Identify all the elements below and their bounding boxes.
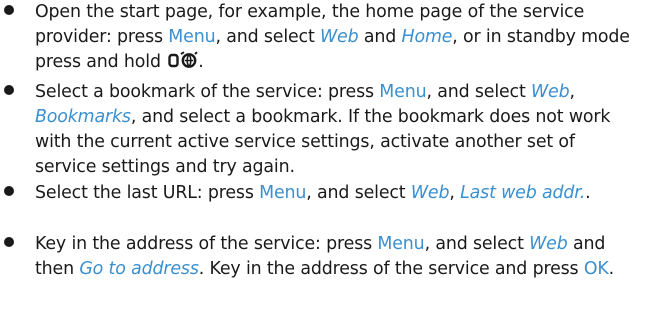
ui-menu-path: Web	[531, 82, 570, 102]
ui-menu-path: Web	[410, 183, 450, 203]
bullet-icon	[4, 237, 14, 247]
ui-menu-path: Last web addr.	[460, 183, 586, 203]
body-text: , and select	[424, 234, 530, 254]
body-text: and	[567, 234, 606, 254]
text-line: Select a bookmark of the service: press …	[35, 80, 669, 105]
body-text: . Key in the address of the service and …	[198, 259, 584, 279]
body-text: Select a bookmark of the service: press	[35, 82, 380, 102]
bullet-icon	[4, 5, 14, 15]
ui-menu-path: Go to address	[79, 259, 199, 279]
text-line: with the current active service settings…	[35, 130, 669, 155]
ui-menu-path: Web	[529, 234, 568, 254]
ui-menu-path: Web	[320, 27, 359, 47]
ui-keyword: Menu	[168, 27, 216, 47]
text-line: provider: press Menu, and select Web and…	[35, 25, 669, 50]
body-text: provider: press	[35, 27, 169, 47]
text-line: Select the last URL: press Menu, and sel…	[35, 181, 669, 206]
body-text: , and select	[306, 183, 411, 203]
ui-keyword: Menu	[259, 183, 307, 203]
body-text: press and hold	[35, 52, 167, 72]
body-text: Key in the address of the service: press	[35, 234, 378, 254]
list-item-text: Select the last URL: press Menu, and sel…	[35, 181, 669, 206]
ui-keyword: OK	[583, 259, 609, 279]
list-item-text: Open the start page, for example, the ho…	[35, 0, 669, 75]
body-text: Select the last URL: press	[35, 183, 260, 203]
body-text: .	[608, 259, 615, 279]
zero-web-key-icon	[168, 51, 198, 68]
text-line: service settings and try again.	[35, 155, 669, 180]
body-text: Open the start page, for example, the ho…	[35, 2, 585, 22]
body-text: .	[585, 183, 591, 203]
ui-keyword: Menu	[379, 82, 427, 102]
text-line: press and hold .	[35, 50, 669, 75]
list-item-text: Select a bookmark of the service: press …	[35, 80, 669, 180]
body-text: , and select	[426, 82, 532, 102]
ui-menu-path: Home	[401, 27, 453, 47]
body-text: , and select	[215, 27, 321, 47]
body-text: ,	[569, 82, 576, 102]
body-text: with the current active service settings…	[35, 132, 575, 152]
body-text: .	[198, 52, 204, 72]
bullet-icon	[4, 85, 14, 95]
body-text: and	[358, 27, 402, 47]
list-item-text: Key in the address of the service: press…	[35, 232, 669, 282]
body-text: , and select a bookmark. If the bookmark…	[130, 107, 611, 127]
body-text: ,	[449, 183, 461, 203]
text-line: Bookmarks, and select a bookmark. If the…	[35, 105, 669, 130]
text-line: then Go to address. Key in the address o…	[35, 257, 669, 282]
text-line: Open the start page, for example, the ho…	[35, 0, 669, 25]
ui-keyword: Menu	[377, 234, 425, 254]
body-text: , or in standby mode	[452, 27, 630, 47]
ui-menu-path: Bookmarks	[35, 107, 131, 127]
body-text: service settings and try again.	[35, 157, 295, 177]
bullet-icon	[4, 186, 14, 196]
text-line: Key in the address of the service: press…	[35, 232, 669, 257]
body-text: then	[35, 259, 80, 279]
